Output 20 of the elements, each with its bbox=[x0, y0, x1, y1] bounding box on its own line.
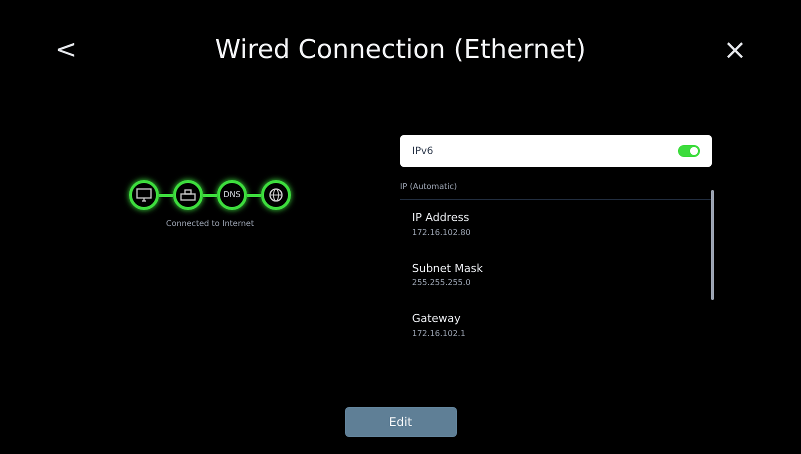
field-value: 255.255.255.0 bbox=[412, 277, 472, 289]
back-button[interactable]: < bbox=[50, 30, 82, 70]
field-label: Subnet Mask bbox=[412, 260, 484, 276]
field-label: IP Address bbox=[412, 210, 470, 226]
globe-icon bbox=[269, 188, 283, 202]
window-title: Wired Connection (Ethernet) bbox=[215, 34, 586, 66]
close-button[interactable]: × bbox=[719, 29, 751, 71]
monitor-icon bbox=[136, 188, 152, 202]
ipv6-row[interactable]: IPv6 bbox=[400, 135, 712, 167]
field-value: 172.16.102.80 bbox=[412, 226, 472, 238]
field-value: 172.16.102.1 bbox=[412, 328, 466, 340]
scrollbar[interactable] bbox=[711, 190, 714, 300]
edit-button[interactable]: Edit bbox=[344, 407, 456, 437]
ipv6-label: IPv6 bbox=[412, 144, 434, 158]
section-label: IP (Automatic) bbox=[400, 181, 712, 200]
connection-status: Connected to Internet bbox=[166, 218, 254, 230]
node-label: DNS bbox=[223, 189, 241, 201]
toggle-switch[interactable] bbox=[678, 145, 700, 157]
field-label: Gateway bbox=[412, 311, 462, 327]
router-icon bbox=[180, 188, 196, 202]
